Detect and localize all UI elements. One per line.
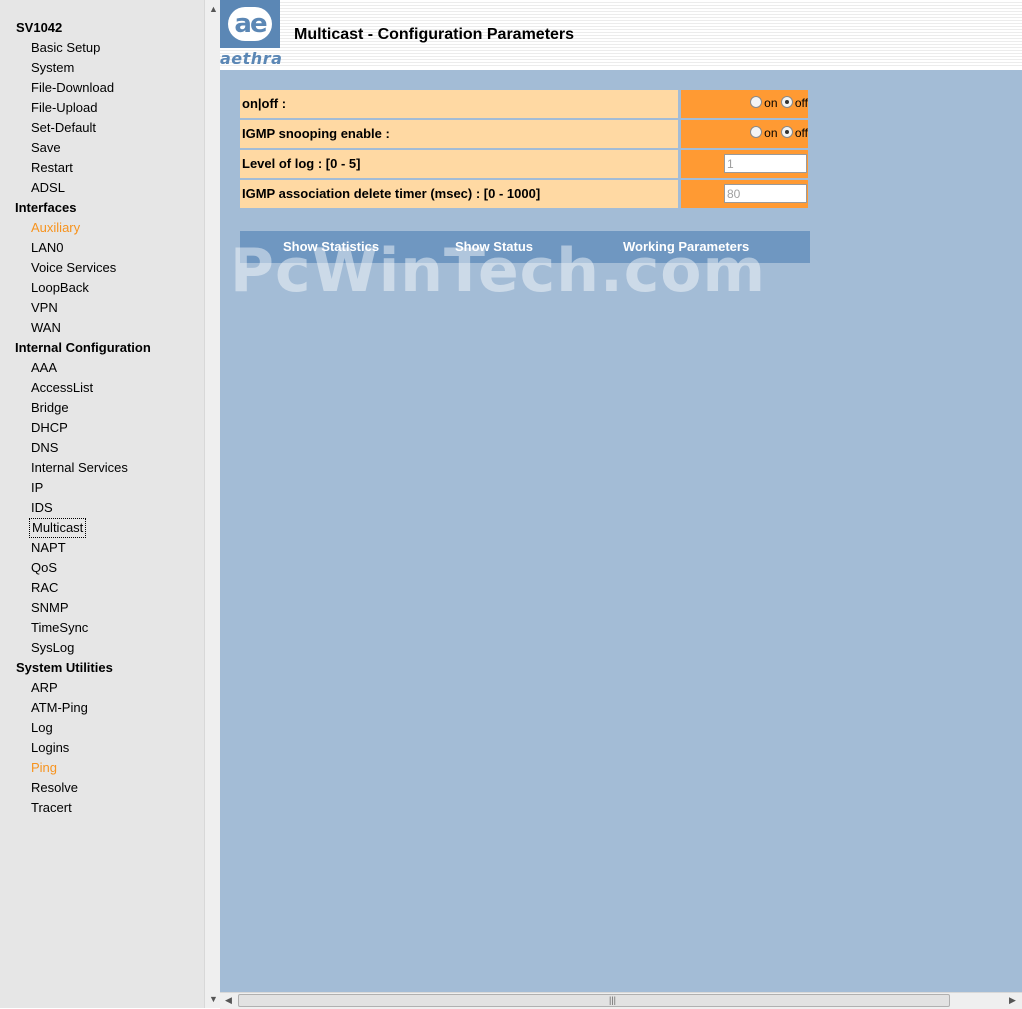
onoff-on-radio[interactable]: [750, 96, 763, 108]
scroll-right-icon[interactable]: ▶: [1009, 995, 1016, 1006]
config-value-cell: 80: [681, 180, 808, 208]
config-label: IGMP snooping enable :: [240, 120, 678, 148]
logo-wordmark: aethra: [220, 49, 283, 68]
nav-file-download[interactable]: File-Download: [31, 80, 114, 96]
radio-label-on: on: [764, 126, 778, 140]
nav-auxiliary[interactable]: Auxiliary: [31, 220, 80, 236]
config-row-log-level: Level of log : [0 - 5] 1: [240, 150, 830, 178]
aethra-logo: ae: [220, 0, 280, 48]
nav-aaa[interactable]: AAA: [31, 360, 57, 376]
nav-loopback[interactable]: LoopBack: [31, 280, 89, 296]
scroll-thumb[interactable]: |||: [238, 994, 950, 1007]
nav-log[interactable]: Log: [31, 720, 53, 736]
nav-basic-setup[interactable]: Basic Setup: [31, 40, 100, 56]
config-label: on|off :: [240, 90, 678, 118]
watermark: PcWinTech.com: [230, 236, 767, 306]
nav-adsl[interactable]: ADSL: [31, 180, 65, 196]
igmp-snooping-off-radio[interactable]: [780, 126, 793, 138]
nav-group-internal-configuration: Internal Configuration: [15, 340, 151, 355]
device-title: SV1042: [16, 20, 63, 35]
config-row-onoff: on|off : on off: [240, 90, 830, 118]
scroll-left-icon[interactable]: ◀: [225, 995, 232, 1006]
nav-bridge[interactable]: Bridge: [31, 400, 69, 416]
nav-timesync[interactable]: TimeSync: [31, 620, 88, 636]
nav-ip[interactable]: IP: [31, 480, 43, 496]
page-header: ae aethra Multicast - Configuration Para…: [220, 0, 1022, 70]
onoff-off-radio[interactable]: [780, 96, 793, 108]
nav-internal-services[interactable]: Internal Services: [31, 460, 128, 476]
scroll-up-icon[interactable]: ▲: [209, 4, 218, 14]
nav-file-upload[interactable]: File-Upload: [31, 100, 97, 116]
delete-timer-input[interactable]: 80: [724, 184, 807, 203]
nav-multicast[interactable]: Multicast: [28, 518, 87, 538]
config-row-igmp-snooping: IGMP snooping enable : on off: [240, 120, 830, 148]
radio-label-off: off: [794, 126, 808, 140]
radio-label-off: off: [794, 96, 808, 110]
nav-dhcp[interactable]: DHCP: [31, 420, 68, 436]
igmp-snooping-on-radio[interactable]: [750, 126, 763, 138]
nav-atm-ping[interactable]: ATM-Ping: [31, 700, 88, 716]
scroll-down-icon[interactable]: ▼: [209, 994, 218, 1004]
nav-vpn[interactable]: VPN: [31, 300, 58, 316]
nav-ping[interactable]: Ping: [31, 760, 57, 776]
config-label: Level of log : [0 - 5]: [240, 150, 678, 178]
navigation-frame: SV1042 Basic Setup System File-Download …: [0, 0, 205, 1008]
nav-logins[interactable]: Logins: [31, 740, 69, 756]
logo-mark: ae: [228, 7, 272, 41]
radio-label-on: on: [764, 96, 778, 110]
content-frame: ae aethra Multicast - Configuration Para…: [220, 0, 1022, 992]
nav-save[interactable]: Save: [31, 140, 61, 156]
nav-lan0[interactable]: LAN0: [31, 240, 64, 256]
config-value-cell: on off: [681, 90, 808, 118]
nav-accesslist[interactable]: AccessList: [31, 380, 93, 396]
nav-ids[interactable]: IDS: [31, 500, 53, 516]
nav-tracert[interactable]: Tracert: [31, 800, 72, 816]
nav-napt[interactable]: NAPT: [31, 540, 66, 556]
nav-restart[interactable]: Restart: [31, 160, 73, 176]
nav-rac[interactable]: RAC: [31, 580, 58, 596]
config-label: IGMP association delete timer (msec) : […: [240, 180, 678, 208]
nav-set-default[interactable]: Set-Default: [31, 120, 96, 136]
nav-syslog[interactable]: SysLog: [31, 640, 74, 656]
config-value-cell: 1: [681, 150, 808, 178]
nav-group-system-utilities: System Utilities: [16, 660, 113, 675]
page-title: Multicast - Configuration Parameters: [294, 26, 575, 43]
nav-vertical-scrollbar[interactable]: ▲ ▼: [204, 0, 221, 1008]
nav-arp[interactable]: ARP: [31, 680, 58, 696]
content-horizontal-scrollbar[interactable]: ◀ ||| ▶: [220, 992, 1022, 1009]
nav-snmp[interactable]: SNMP: [31, 600, 69, 616]
nav-wan[interactable]: WAN: [31, 320, 61, 336]
nav-group-interfaces: Interfaces: [15, 200, 77, 215]
nav-qos[interactable]: QoS: [31, 560, 57, 576]
config-value-cell: on off: [681, 120, 808, 148]
nav-dns[interactable]: DNS: [31, 440, 58, 456]
nav-system[interactable]: System: [31, 60, 74, 76]
log-level-input[interactable]: 1: [724, 154, 807, 173]
nav-resolve[interactable]: Resolve: [31, 780, 78, 796]
nav-voice-services[interactable]: Voice Services: [31, 260, 116, 276]
config-row-delete-timer: IGMP association delete timer (msec) : […: [240, 180, 830, 208]
grip-icon: |||: [609, 995, 617, 1005]
